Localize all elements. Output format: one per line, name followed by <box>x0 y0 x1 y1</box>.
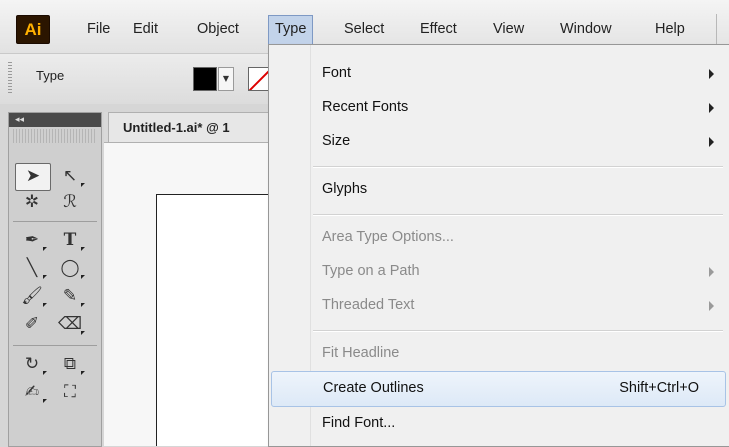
menu-item-find-font[interactable]: Find Font... <box>271 407 726 441</box>
menu-file[interactable]: File <box>80 15 117 43</box>
submenu-arrow-icon <box>709 301 714 311</box>
menu-item-label: Create Outlines <box>323 380 424 396</box>
lasso-tool-icon[interactable]: ℛ <box>53 189 87 215</box>
line-segment-tool-icon[interactable]: ╲ <box>15 255 49 281</box>
rotate-tool-icon[interactable]: ↻ <box>15 351 49 377</box>
menu-item-size[interactable]: Size <box>271 125 726 159</box>
free-transform-tool-icon[interactable]: ⛶ <box>53 379 87 405</box>
submenu-arrow-icon <box>709 103 714 113</box>
tools-divider <box>13 345 97 346</box>
pen-tool-icon[interactable]: ✒ <box>15 227 49 253</box>
width-tool-icon[interactable]: ✍ <box>15 379 49 405</box>
fill-color-swatch[interactable] <box>193 67 217 91</box>
submenu-arrow-icon <box>709 69 714 79</box>
menu-type[interactable]: Type <box>268 15 314 45</box>
document-tab-title: Untitled-1.ai* @ 1 <box>123 120 230 135</box>
menu-item-label: Find Font... <box>322 415 396 431</box>
menu-item-font[interactable]: Font <box>271 57 726 91</box>
paintbrush-tool-icon[interactable]: 🖌 <box>15 283 49 309</box>
menu-item-label: Font <box>322 65 352 81</box>
menu-item-label: Area Type Options... <box>322 229 454 245</box>
control-bar-grip[interactable] <box>8 62 12 95</box>
menu-item-label: Glyphs <box>322 181 368 197</box>
control-bar-type-label: Type <box>36 68 65 83</box>
menu-item-threaded-text: Threaded Text <box>271 289 726 323</box>
eraser-tool-icon[interactable]: ⌫ <box>53 311 87 337</box>
menu-view[interactable]: View <box>486 15 531 43</box>
tools-divider <box>13 221 97 222</box>
blob-brush-tool-icon[interactable]: ✐ <box>15 311 49 337</box>
scale-tool-icon[interactable]: ⧉ <box>53 351 87 377</box>
menu-item-fit-headline: Fit Headline <box>271 337 726 371</box>
menu-select[interactable]: Select <box>337 15 391 43</box>
submenu-arrow-icon <box>709 137 714 147</box>
fill-dropdown-arrow-icon[interactable]: ▼ <box>218 67 234 91</box>
menu-item-label: Threaded Text <box>322 297 415 313</box>
ellipse-tool-icon[interactable]: ◯ <box>53 255 87 281</box>
menu-separator <box>313 166 723 168</box>
selection-tool-icon[interactable]: ➤ <box>15 163 51 191</box>
menubar-divider <box>716 14 717 46</box>
menu-item-recent-fonts[interactable]: Recent Fonts <box>271 91 726 125</box>
menu-help[interactable]: Help <box>648 15 692 43</box>
document-tab[interactable]: Untitled-1.ai* @ 1 <box>108 112 270 142</box>
menu-separator <box>313 214 723 216</box>
menu-edit[interactable]: Edit <box>126 15 165 43</box>
menu-item-label: Recent Fonts <box>322 99 409 115</box>
type-menu-dropdown: Font Recent Fonts Size Glyphs Area Type … <box>268 44 729 447</box>
menu-item-area-type-options: Area Type Options... <box>271 221 726 255</box>
menu-item-create-outlines[interactable]: Create Outlines Shift+Ctrl+O <box>271 371 726 407</box>
menu-item-shortcut: Shift+Ctrl+O <box>619 380 699 396</box>
illustrator-logo: Ai <box>16 15 50 44</box>
tools-panel-collapse-icon[interactable]: ◂◂ <box>9 113 101 127</box>
menu-window[interactable]: Window <box>553 15 619 43</box>
pencil-tool-icon[interactable]: ✎ <box>53 283 87 309</box>
magic-wand-tool-icon[interactable]: ✲ <box>15 189 49 215</box>
artboard[interactable] <box>156 194 277 446</box>
menu-item-label: Size <box>322 133 351 149</box>
menu-effect[interactable]: Effect <box>413 15 464 43</box>
menu-separator <box>313 330 723 332</box>
menu-item-label: Fit Headline <box>322 345 400 361</box>
type-tool-icon[interactable]: T <box>53 227 87 253</box>
submenu-arrow-icon <box>709 267 714 277</box>
menu-item-glyphs[interactable]: Glyphs <box>271 173 726 207</box>
direct-selection-tool-icon[interactable]: ↖ <box>53 163 87 189</box>
menu-object[interactable]: Object <box>190 15 246 43</box>
tools-panel: ◂◂ ➤ ↖ ✲ ℛ ✒ T ╲ ◯ 🖌 ✎ ✐ ⌫ ↻ ⧉ ✍ ⛶ <box>8 112 102 447</box>
tools-panel-grip[interactable] <box>13 129 97 143</box>
menu-item-label: Type on a Path <box>322 263 420 279</box>
menu-item-type-on-a-path: Type on a Path <box>271 255 726 289</box>
